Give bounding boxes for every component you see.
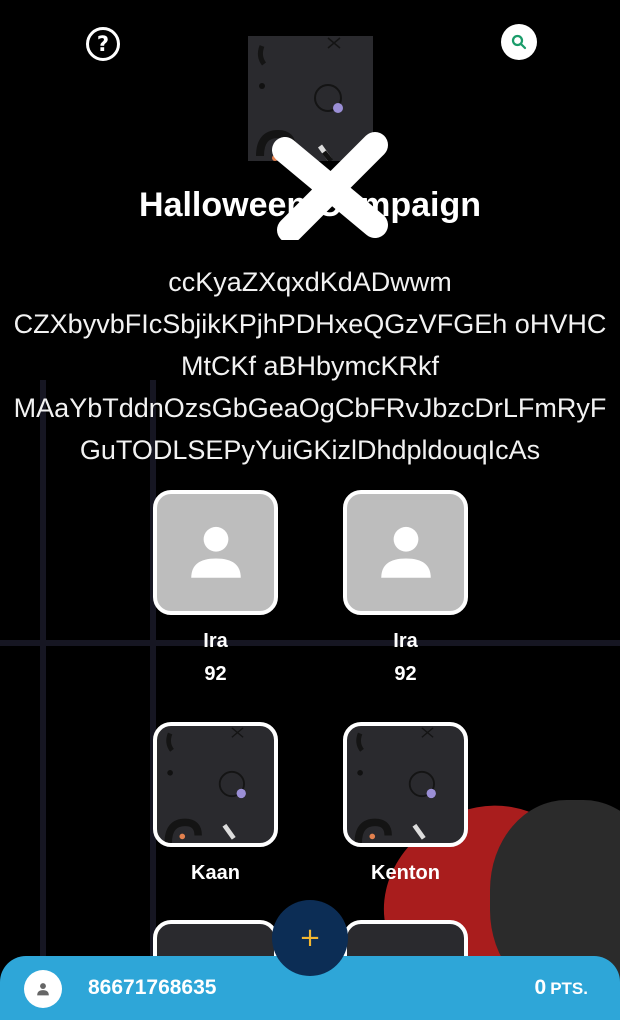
user-id: 86671768635 xyxy=(88,976,217,999)
plus-icon: + xyxy=(299,923,321,953)
participant-card[interactable] xyxy=(153,722,278,847)
description-line: GuTODLSEPyYuiGKizlDhdpldouqIcAs xyxy=(79,435,541,465)
points-display: 0 PTS. xyxy=(535,976,588,1000)
close-x-icon xyxy=(272,132,388,240)
description-line: ccKyaZXqxdKdADwwm xyxy=(168,267,452,297)
user-placeholder-icon xyxy=(190,526,241,578)
participant-name: Ira xyxy=(203,630,228,652)
participant-image xyxy=(164,727,246,843)
participant-score: 92 xyxy=(394,663,417,685)
points-unit: PTS. xyxy=(550,979,588,998)
description-line: MtCKf aBHbymcKRkf xyxy=(180,351,440,381)
avatar[interactable] xyxy=(24,970,62,1008)
help-circle-icon: ? xyxy=(96,32,110,56)
user-icon xyxy=(37,983,49,996)
add-button[interactable]: + xyxy=(272,900,348,976)
participant-name: Ira xyxy=(393,630,418,652)
search-icon xyxy=(511,34,527,50)
participant-card[interactable] xyxy=(343,722,468,847)
participant-name: Kaan xyxy=(191,862,240,884)
search-button[interactable] xyxy=(501,24,537,60)
description-line: MAaYbTddnOzsGbGeaOgCbFRvJbzcDrLFmRyF xyxy=(13,393,607,423)
participant-card[interactable] xyxy=(153,490,278,615)
participant-name: Kenton xyxy=(371,862,440,884)
user-placeholder-icon xyxy=(380,526,431,578)
participant-score: 92 xyxy=(204,663,227,685)
points-value: 0 xyxy=(534,976,547,999)
participant-image xyxy=(354,727,436,843)
help-button[interactable]: ? xyxy=(86,27,120,61)
description-line: CZXbyvbFIcSbjikKPjhPDHxeQGzVFGEh oHVHC xyxy=(13,309,607,339)
campaign-description: ccKyaZXqxdKdADwwm CZXbyvbFIcSbjikKPjhPDH… xyxy=(0,261,620,471)
participant-card[interactable] xyxy=(343,490,468,615)
